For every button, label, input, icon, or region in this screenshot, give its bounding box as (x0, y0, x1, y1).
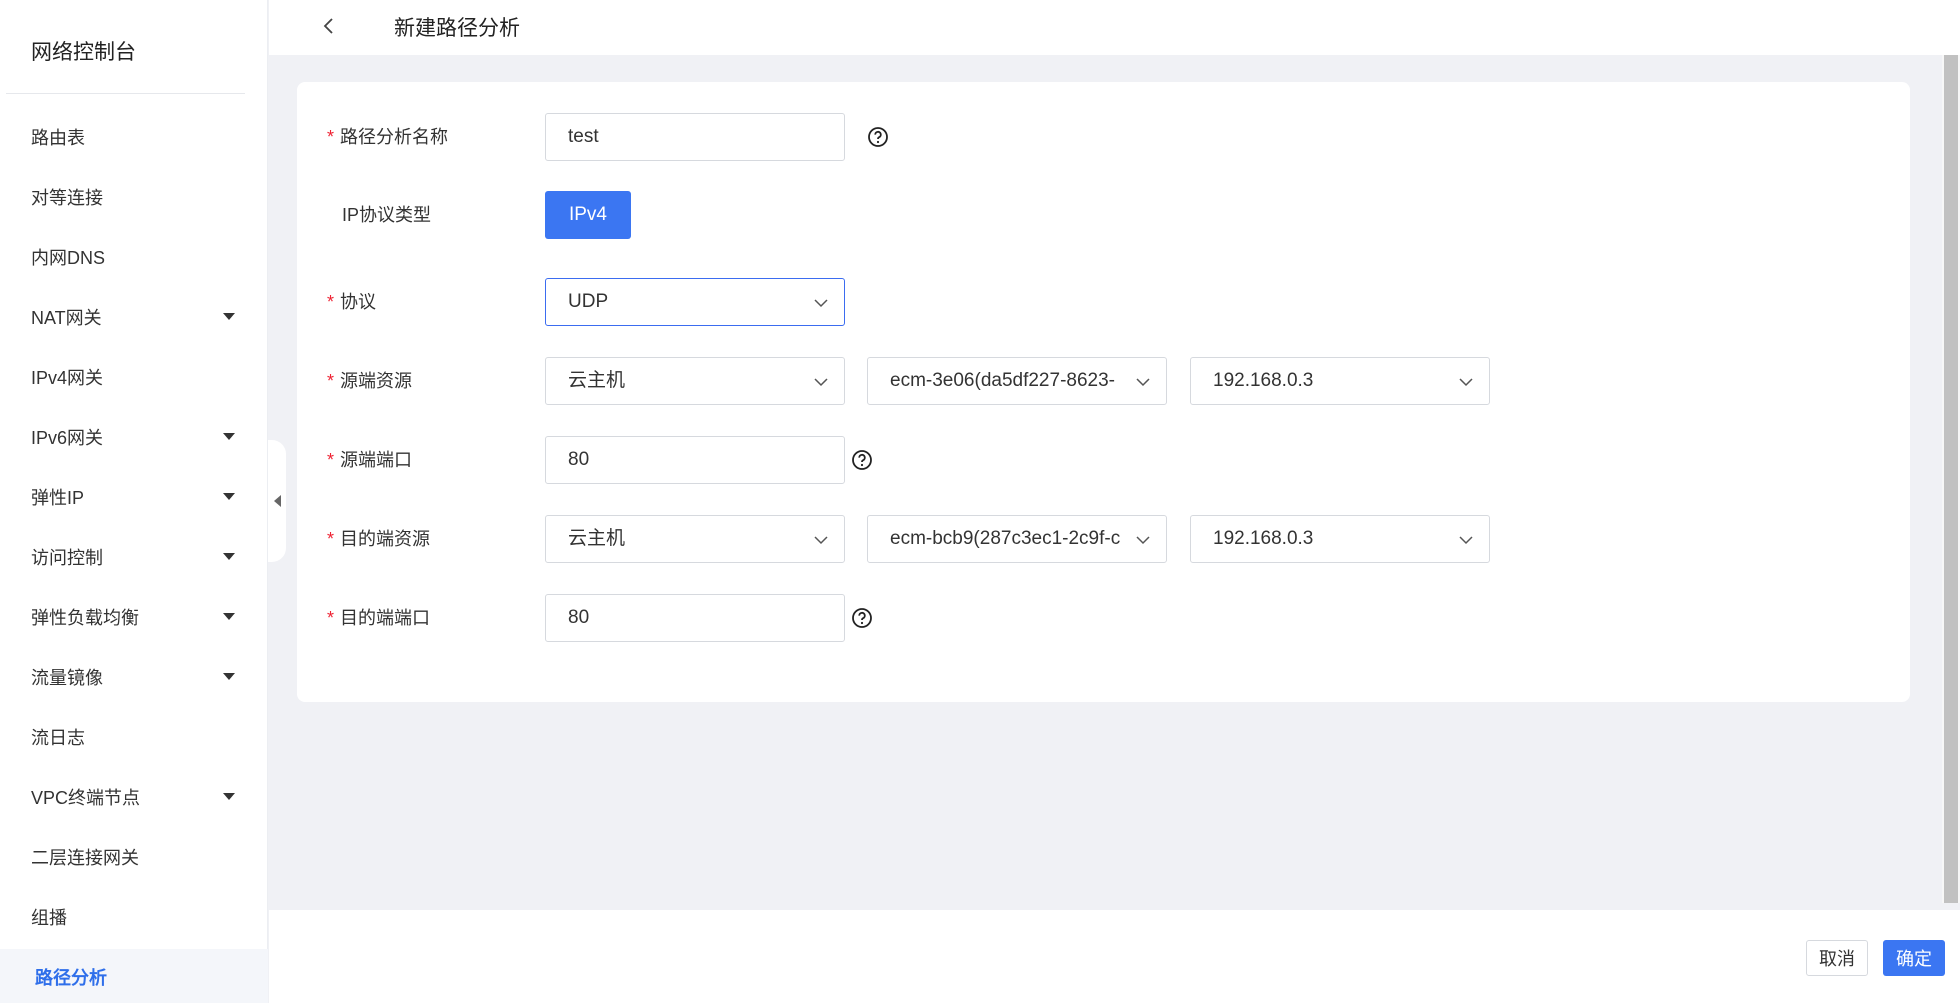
sidebar-item-load-balancer[interactable]: 弹性负载均衡 (0, 589, 268, 645)
sidebar-item-vpc-endpoint[interactable]: VPC终端节点 (0, 769, 268, 825)
sidebar-item-flow-log[interactable]: 流日志 (0, 709, 268, 765)
sidebar-item-label: 弹性负载均衡 (31, 608, 139, 628)
protocol-select-value: UDP (568, 291, 609, 312)
sidebar-item-label: 二层连接网关 (31, 848, 139, 868)
caret-down-icon (223, 793, 235, 800)
sidebar-item-label: 路径分析 (35, 968, 107, 988)
field-label-source: * 源端资源 (327, 371, 413, 391)
help-icon[interactable] (851, 449, 873, 471)
sidebar-item-route-table[interactable]: 路由表 (0, 109, 268, 165)
sidebar-item-label: 对等连接 (31, 188, 103, 208)
sidebar-item-private-dns[interactable]: 内网DNS (0, 229, 268, 285)
source-ip-select[interactable]: 192.168.0.3 (1190, 357, 1490, 405)
sidebar-item-label: 流量镜像 (31, 668, 103, 688)
help-icon[interactable] (851, 607, 873, 629)
source-type-value: 云主机 (568, 370, 626, 391)
confirm-button[interactable]: 确定 (1883, 940, 1945, 976)
dest-instance-value: ecm-bcb9(287c3ec1-2c9f-c (890, 528, 1121, 549)
sidebar-item-access-control[interactable]: 访问控制 (0, 529, 268, 585)
sidebar: 网络控制台 路由表 对等连接 内网DNS NAT网关 IPv4网关 IPv6网关… (0, 0, 268, 1003)
chevron-down-icon (814, 536, 828, 545)
caret-down-icon (223, 313, 235, 320)
caret-down-icon (223, 493, 235, 500)
source-ip-value: 192.168.0.3 (1213, 370, 1314, 391)
footer-bar: 取消 确定 (269, 910, 1960, 1003)
scrollbar-thumb[interactable] (1944, 55, 1958, 903)
field-label-dest-port: * 目的端端口 (327, 608, 431, 628)
dest-instance-select[interactable]: ecm-bcb9(287c3ec1-2c9f-c (867, 515, 1167, 563)
caret-down-icon (223, 673, 235, 680)
sidebar-item-multicast[interactable]: 组播 (0, 889, 268, 945)
caret-down-icon (223, 613, 235, 620)
sidebar-item-l2-gateway[interactable]: 二层连接网关 (0, 829, 268, 885)
source-port-input[interactable] (545, 436, 845, 484)
dest-ip-select[interactable]: 192.168.0.3 (1190, 515, 1490, 563)
chevron-down-icon (1459, 536, 1473, 545)
sidebar-item-path-analysis[interactable]: 路径分析 (0, 949, 268, 1003)
form-row-ip-type: IP协议类型 IPv4 (297, 191, 1910, 239)
source-instance-value: ecm-3e06(da5df227-8623- (890, 370, 1115, 391)
sidebar-item-label: 内网DNS (31, 248, 106, 268)
sidebar-divider (6, 93, 245, 94)
cancel-button[interactable]: 取消 (1806, 940, 1868, 976)
field-label-source-port: * 源端端口 (327, 450, 413, 470)
sidebar-item-nat-gateway[interactable]: NAT网关 (0, 289, 268, 345)
sidebar-item-ipv6-gateway[interactable]: IPv6网关 (0, 409, 268, 465)
sidebar-item-label: IPv6网关 (31, 428, 104, 448)
sidebar-item-label: 路由表 (31, 128, 85, 148)
page-header: 新建路径分析 (269, 0, 1960, 55)
form-row-name: * 路径分析名称 (297, 113, 1910, 161)
sidebar-item-label: 流日志 (31, 728, 85, 748)
dest-type-value: 云主机 (568, 528, 626, 549)
caret-down-icon (223, 433, 235, 440)
sidebar-item-ipv4-gateway[interactable]: IPv4网关 (0, 349, 268, 405)
back-arrow-icon[interactable] (317, 14, 341, 38)
collapse-left-icon (273, 495, 281, 507)
sidebar-collapse-handle[interactable] (268, 440, 286, 562)
form-row-source-port: * 源端端口 (297, 436, 1910, 484)
chevron-down-icon (1136, 378, 1150, 387)
sidebar-item-elastic-ip[interactable]: 弹性IP (0, 469, 268, 525)
name-input[interactable] (545, 113, 845, 161)
sidebar-item-peering[interactable]: 对等连接 (0, 169, 268, 225)
help-icon[interactable] (867, 126, 889, 148)
source-type-select[interactable]: 云主机 (545, 357, 845, 405)
chevron-down-icon (1136, 536, 1150, 545)
sidebar-item-label: 组播 (31, 908, 67, 928)
form-card: *路径分析名称 IP协议类型 IPv4 *协议 UDP *源端资源 云主机 ec… (297, 82, 1910, 702)
sidebar-item-label: NAT网关 (31, 308, 102, 328)
sidebar-item-label: IPv4网关 (31, 368, 104, 388)
chevron-down-icon (814, 378, 828, 387)
dest-port-input[interactable] (545, 594, 845, 642)
field-label-ip-type: IP协议类型 (342, 205, 432, 225)
dest-ip-value: 192.168.0.3 (1213, 528, 1314, 549)
chevron-down-icon (1459, 378, 1473, 387)
page-scrollbar[interactable] (1942, 55, 1960, 903)
field-label-name: * 路径分析名称 (327, 127, 449, 147)
form-row-dest: * 目的端资源 云主机 ecm-bcb9(287c3ec1-2c9f-c 192.… (297, 515, 1910, 563)
sidebar-item-label: VPC终端节点 (31, 788, 141, 808)
protocol-select[interactable]: UDP (545, 278, 845, 326)
sidebar-item-traffic-mirror[interactable]: 流量镜像 (0, 649, 268, 705)
field-label-protocol: * 协议 (327, 292, 377, 312)
dest-type-select[interactable]: 云主机 (545, 515, 845, 563)
form-row-source: * 源端资源 云主机 ecm-3e06(da5df227-8623- 192.16… (297, 357, 1910, 405)
form-row-dest-port: * 目的端端口 (297, 594, 1910, 642)
caret-down-icon (223, 553, 235, 560)
chevron-down-icon (814, 299, 828, 308)
page-title: 新建路径分析 (394, 17, 520, 40)
source-instance-select[interactable]: ecm-3e06(da5df227-8623- (867, 357, 1167, 405)
field-label-dest: * 目的端资源 (327, 529, 431, 549)
ipv4-option-button[interactable]: IPv4 (545, 191, 631, 239)
sidebar-item-label: 弹性IP (31, 488, 85, 508)
sidebar-title: 网络控制台 (31, 41, 136, 64)
form-row-protocol: * 协议 UDP (297, 278, 1910, 326)
sidebar-item-label: 访问控制 (31, 548, 103, 568)
